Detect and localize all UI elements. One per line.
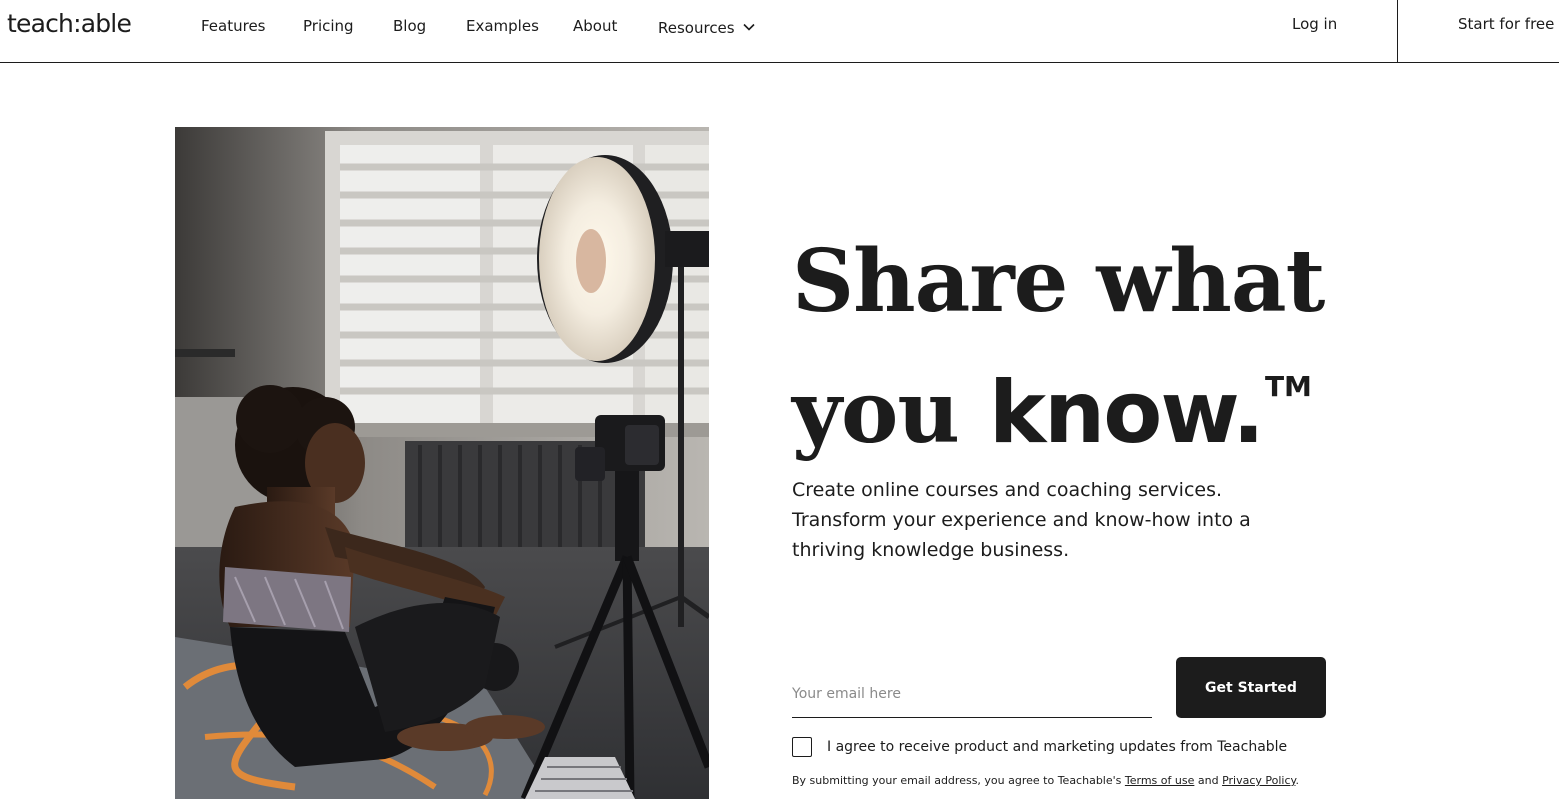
hero-photo — [175, 127, 709, 799]
headline-know: know. — [988, 363, 1265, 463]
consent-checkbox[interactable] — [792, 737, 812, 757]
nav-blog-link[interactable]: Blog — [393, 17, 426, 35]
privacy-policy-link[interactable]: Privacy Policy — [1222, 774, 1295, 787]
trademark-symbol: TM — [1264, 370, 1312, 403]
nav-resources-label: Resources — [658, 19, 735, 37]
teachable-logo[interactable]: teach:able — [7, 9, 132, 38]
consent-label[interactable]: I agree to receive product and marketing… — [827, 739, 1287, 755]
terms-of-use-link[interactable]: Terms of use — [1125, 774, 1194, 787]
chevron-down-icon — [743, 17, 755, 35]
legal-and: and — [1197, 774, 1219, 787]
headline-line-2: you know.TM — [792, 332, 1412, 468]
nav-pricing-link[interactable]: Pricing — [303, 17, 354, 35]
nav-about-link[interactable]: About — [573, 17, 617, 35]
hero-headline: Share what you know.TM — [792, 232, 1412, 468]
nav-features-link[interactable]: Features — [201, 17, 266, 35]
start-for-free-button[interactable]: Start for free — [1458, 15, 1554, 33]
header-divider — [1397, 0, 1398, 63]
hero-subheading: Create online courses and coaching servi… — [792, 475, 1312, 565]
get-started-button[interactable]: Get Started — [1176, 657, 1326, 718]
subheading-line: thriving knowledge business. — [792, 539, 1070, 561]
email-input[interactable] — [792, 670, 1152, 718]
headline-line-1: Share what — [792, 231, 1325, 332]
subheading-line: Transform your experience and know-how i… — [792, 509, 1251, 531]
subheading-line: Create online courses and coaching servi… — [792, 479, 1223, 501]
headline-you: you — [792, 362, 960, 463]
legal-suffix: . — [1295, 774, 1299, 787]
legal-prefix: By submitting your email address, you ag… — [792, 774, 1122, 787]
top-navigation-bar: teach:able Features Pricing Blog Example… — [0, 0, 1559, 63]
nav-examples-link[interactable]: Examples — [466, 17, 539, 35]
nav-resources-dropdown[interactable]: Resources — [658, 17, 755, 37]
legal-notice: By submitting your email address, you ag… — [792, 774, 1299, 787]
login-link[interactable]: Log in — [1292, 15, 1337, 33]
